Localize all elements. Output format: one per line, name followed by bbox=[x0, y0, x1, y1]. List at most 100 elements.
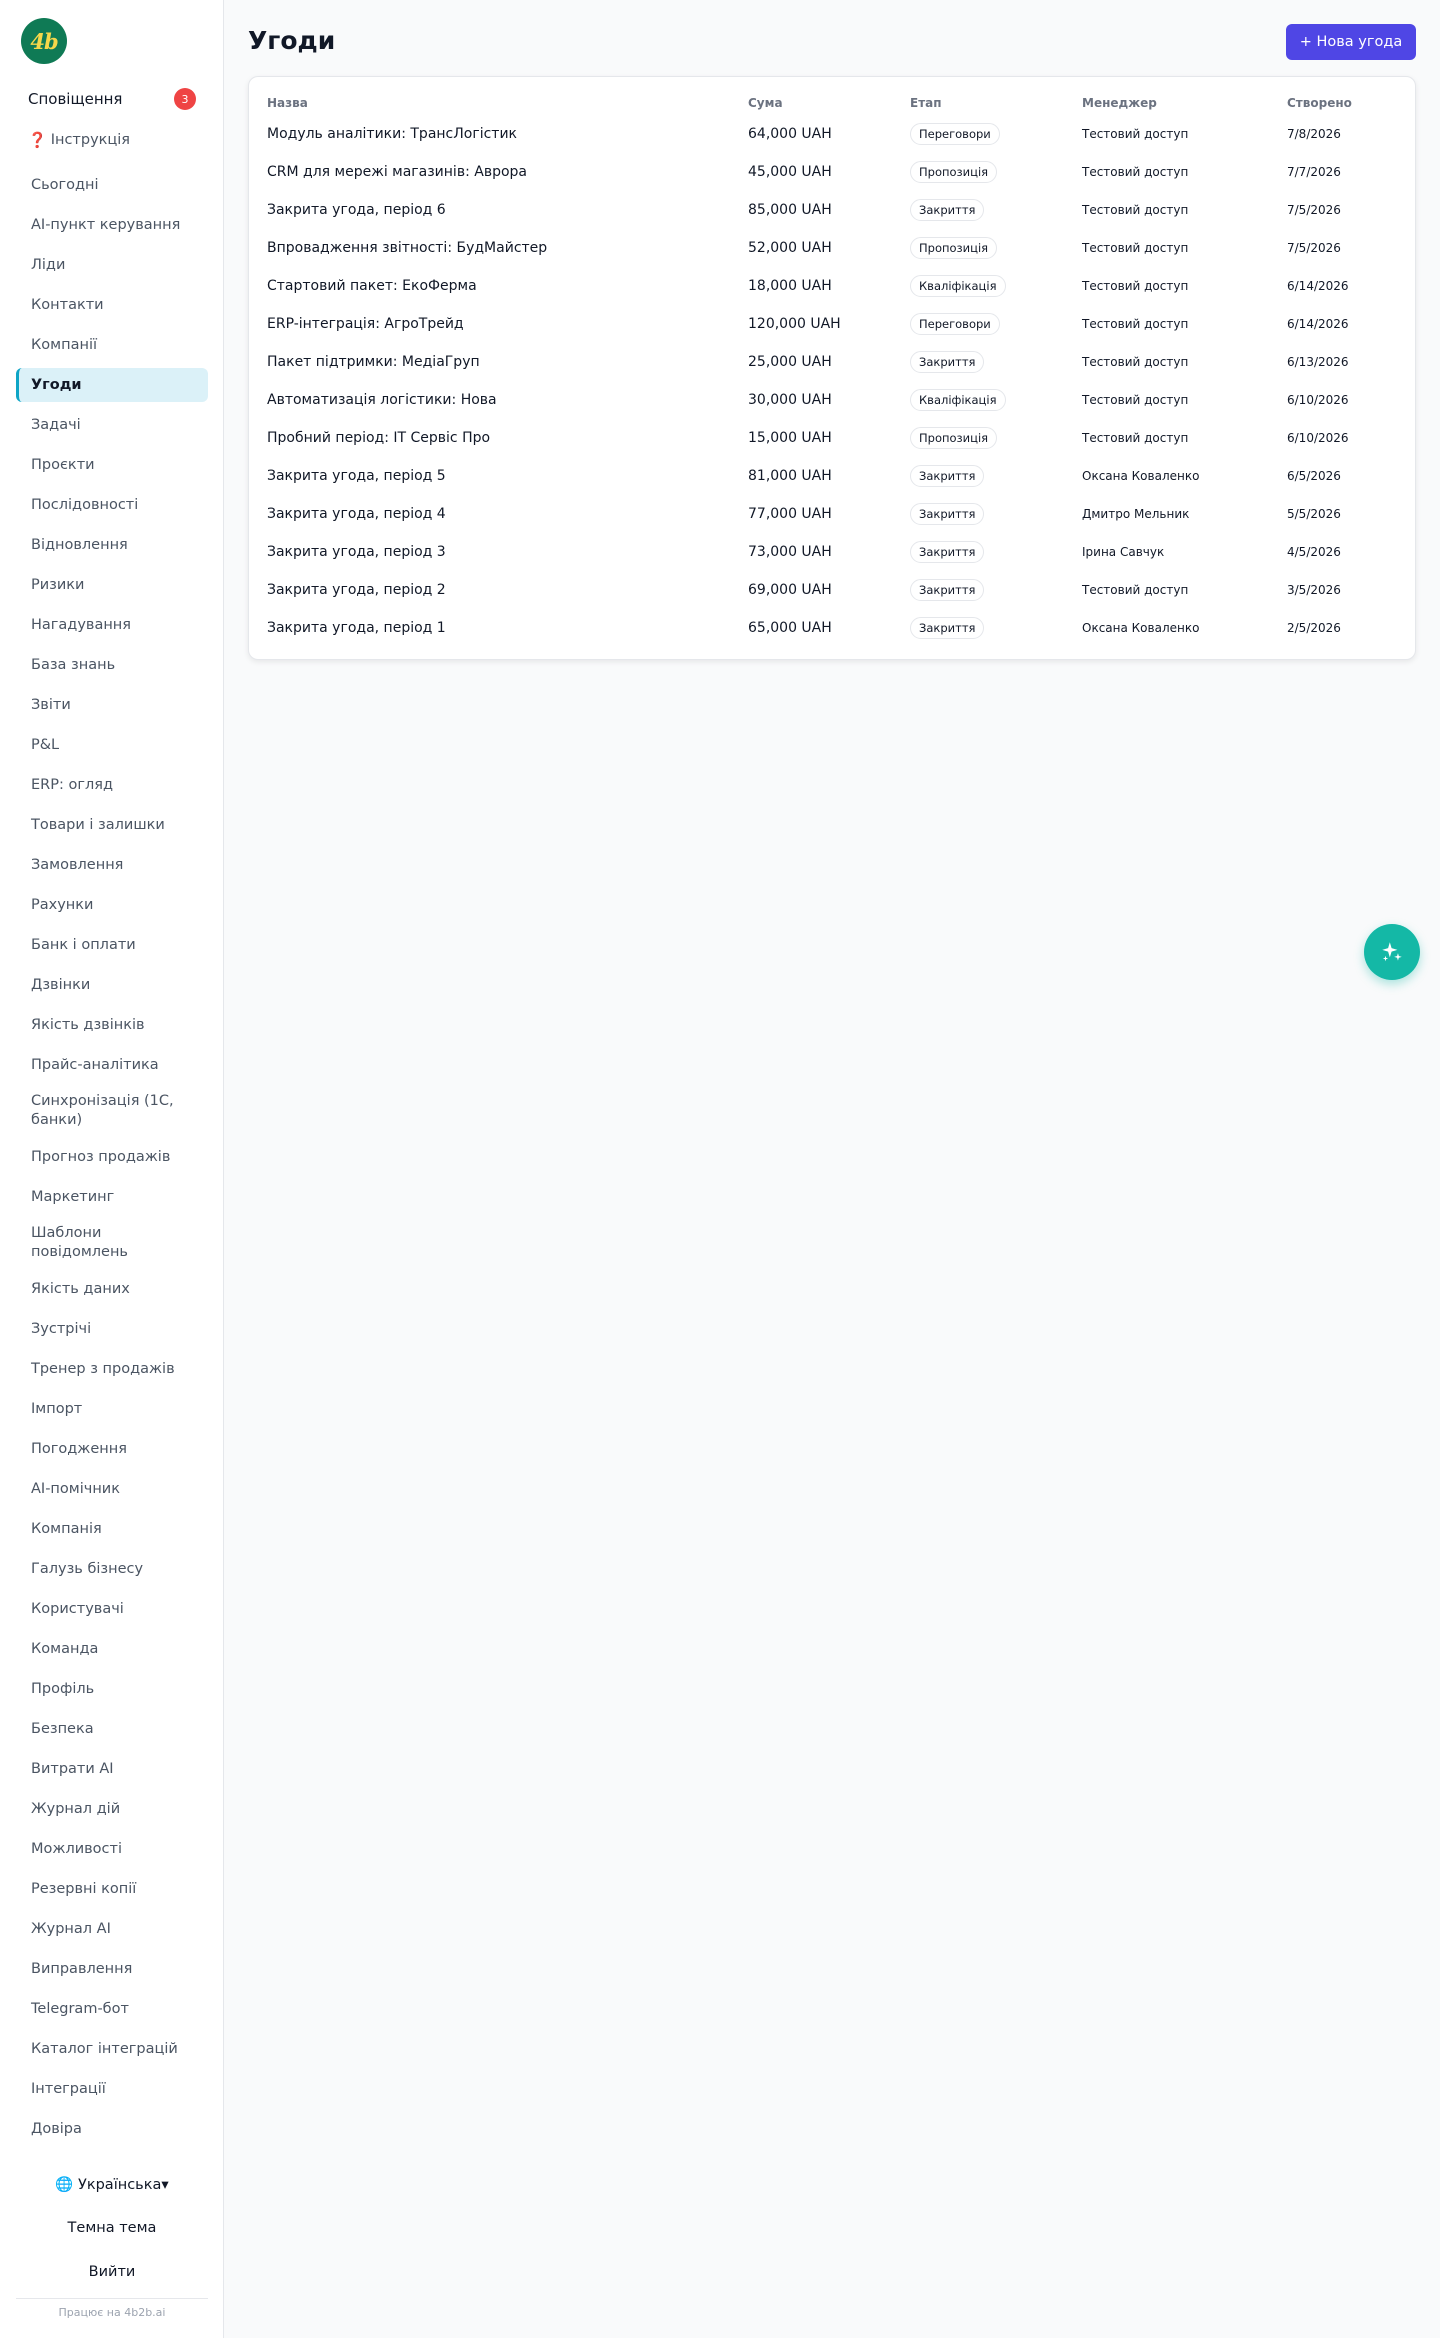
sidebar-item-16[interactable]: Товари і залишки bbox=[16, 808, 208, 842]
stage-badge[interactable]: Кваліфікація bbox=[910, 389, 1006, 411]
table-row[interactable]: Впровадження звітності: БудМайстер 52,000… bbox=[267, 229, 1397, 267]
table-row[interactable]: Пробний період: IT Сервіс Про 15,000 UAH П… bbox=[267, 419, 1397, 457]
sidebar-item-32[interactable]: AI-помічник bbox=[16, 1472, 208, 1506]
sidebar-item-20[interactable]: Дзвінки bbox=[16, 968, 208, 1002]
table-row[interactable]: ERP-інтеграція: АгроТрейд 120,000 UAH Пере… bbox=[267, 305, 1397, 343]
deal-manager-cell: Тестовий доступ bbox=[1082, 393, 1189, 407]
new-deal-button[interactable]: + Нова угода bbox=[1286, 24, 1416, 60]
table-row[interactable]: Закрита угода, період 1 65,000 UAH Закритт… bbox=[267, 609, 1397, 647]
header-manager[interactable]: Менеджер bbox=[1082, 91, 1287, 115]
dark-theme-toggle[interactable]: Темна тема bbox=[0, 2216, 224, 2240]
sidebar-item-29[interactable]: Тренер з продажів bbox=[16, 1352, 208, 1386]
sidebar-item-44[interactable]: Виправлення bbox=[16, 1952, 208, 1986]
sidebar-item-47[interactable]: Інтеграції bbox=[16, 2072, 208, 2106]
sidebar-item-17[interactable]: Замовлення bbox=[16, 848, 208, 882]
sidebar-item-0[interactable]: Сьогодні bbox=[16, 168, 208, 202]
sidebar-item-label: Зустрічі bbox=[31, 1320, 92, 1337]
sidebar-item-4[interactable]: Компанії bbox=[16, 328, 208, 362]
sidebar-item-42[interactable]: Резервні копії bbox=[16, 1872, 208, 1906]
sidebar-item-label: Послідовності bbox=[31, 496, 139, 513]
sidebar-item-21[interactable]: Якість дзвінків bbox=[16, 1008, 208, 1042]
deal-created-cell: 7/5/2026 bbox=[1287, 241, 1341, 255]
sidebar-item-5[interactable]: Угоди bbox=[16, 368, 208, 402]
sidebar-item-12[interactable]: База знань bbox=[16, 648, 208, 682]
deal-stage-cell: Пропозиція bbox=[910, 153, 1082, 191]
stage-badge[interactable]: Закриття bbox=[910, 465, 985, 487]
ai-assistant-fab[interactable] bbox=[1364, 924, 1420, 980]
stage-badge[interactable]: Переговори bbox=[910, 123, 1000, 145]
sidebar-item-11[interactable]: Нагадування bbox=[16, 608, 208, 642]
table-row[interactable]: Закрита угода, період 5 81,000 UAH Закритт… bbox=[267, 457, 1397, 495]
stage-badge[interactable]: Закриття bbox=[910, 579, 985, 601]
table-row[interactable]: Автоматизація логістики: Нова 30,000 UAH К… bbox=[267, 381, 1397, 419]
sidebar-item-1[interactable]: AI-пункт керування bbox=[16, 208, 208, 242]
sidebar-item-2[interactable]: Ліди bbox=[16, 248, 208, 282]
sidebar-item-26[interactable]: Шаблони повідомлень bbox=[16, 1220, 208, 1266]
stage-badge[interactable]: Закриття bbox=[910, 503, 985, 525]
sidebar-item-43[interactable]: Журнал AI bbox=[16, 1912, 208, 1946]
sidebar-item-3[interactable]: Контакти bbox=[16, 288, 208, 322]
sidebar-item-label: Виправлення bbox=[31, 1960, 133, 1977]
app-logo[interactable]: 4b bbox=[21, 18, 67, 64]
table-row[interactable]: Закрита угода, період 3 73,000 UAH Закритт… bbox=[267, 533, 1397, 571]
table-row[interactable]: Стартовий пакет: ЕкоФерма 18,000 UAH Квалі… bbox=[267, 267, 1397, 305]
sidebar-item-6[interactable]: Задачі bbox=[16, 408, 208, 442]
stage-badge[interactable]: Пропозиція bbox=[910, 161, 998, 183]
table-row[interactable]: CRM для мережі магазинів: Аврора 45,000 U… bbox=[267, 153, 1397, 191]
sidebar-item-24[interactable]: Прогноз продажів bbox=[16, 1140, 208, 1174]
table-header-row: Назва Сума Етап Менеджер Створено bbox=[267, 91, 1397, 115]
sidebar-item-39[interactable]: Витрати AI bbox=[16, 1752, 208, 1786]
sidebar-item-31[interactable]: Погодження bbox=[16, 1432, 208, 1466]
header-created[interactable]: Створено bbox=[1287, 91, 1397, 115]
stage-badge[interactable]: Закриття bbox=[910, 351, 985, 373]
sidebar-item-label: Журнал AI bbox=[31, 1920, 111, 1937]
language-select[interactable]: 🌐 Українська▾ bbox=[0, 2172, 224, 2196]
sidebar-item-18[interactable]: Рахунки bbox=[16, 888, 208, 922]
sidebar-item-9[interactable]: Відновлення bbox=[16, 528, 208, 562]
guide-link[interactable]: ❓ Інструкція bbox=[28, 129, 130, 151]
sidebar-item-27[interactable]: Якість даних bbox=[16, 1272, 208, 1306]
sidebar-item-label: Профіль bbox=[31, 1680, 95, 1697]
sidebar-item-8[interactable]: Послідовності bbox=[16, 488, 208, 522]
sidebar-item-7[interactable]: Проєкти bbox=[16, 448, 208, 482]
stage-badge[interactable]: Переговори bbox=[910, 313, 1000, 335]
sidebar-item-15[interactable]: ERP: огляд bbox=[16, 768, 208, 802]
sidebar-item-45[interactable]: Telegram-бот bbox=[16, 1992, 208, 2026]
table-row[interactable]: Модуль аналітики: ТрансЛогістик 64,000 UA… bbox=[267, 115, 1397, 153]
table-row[interactable]: Закрита угода, період 6 85,000 UAH Закритт… bbox=[267, 191, 1397, 229]
sidebar-item-35[interactable]: Користувачі bbox=[16, 1592, 208, 1626]
sidebar-item-34[interactable]: Галузь бізнесу bbox=[16, 1552, 208, 1586]
stage-badge[interactable]: Закриття bbox=[910, 617, 985, 639]
stage-badge[interactable]: Закриття bbox=[910, 541, 985, 563]
sidebar-item-38[interactable]: Безпека bbox=[16, 1712, 208, 1746]
sidebar-item-10[interactable]: Ризики bbox=[16, 568, 208, 602]
stage-badge[interactable]: Кваліфікація bbox=[910, 275, 1006, 297]
sidebar-item-25[interactable]: Маркетинг bbox=[16, 1180, 208, 1214]
sidebar-item-13[interactable]: Звіти bbox=[16, 688, 208, 722]
sidebar-item-19[interactable]: Банк і оплати bbox=[16, 928, 208, 962]
sidebar-item-37[interactable]: Профіль bbox=[16, 1672, 208, 1706]
sidebar-item-46[interactable]: Каталог інтеграцій bbox=[16, 2032, 208, 2066]
table-row[interactable]: Пакет підтримки: МедіаГруп 25,000 UAH Закр… bbox=[267, 343, 1397, 381]
header-amount[interactable]: Сума bbox=[748, 91, 910, 115]
stage-badge[interactable]: Пропозиція bbox=[910, 427, 998, 449]
header-name[interactable]: Назва bbox=[267, 91, 748, 115]
sidebar-item-41[interactable]: Можливості bbox=[16, 1832, 208, 1866]
table-row[interactable]: Закрита угода, період 2 69,000 UAH Закритт… bbox=[267, 571, 1397, 609]
sidebar-item-30[interactable]: Імпорт bbox=[16, 1392, 208, 1426]
stage-badge[interactable]: Пропозиція bbox=[910, 237, 998, 259]
notifications-link[interactable]: Сповіщення 3 bbox=[28, 86, 196, 112]
sidebar-item-33[interactable]: Компанія bbox=[16, 1512, 208, 1546]
logout-button[interactable]: Вийти bbox=[0, 2260, 224, 2284]
sidebar-item-40[interactable]: Журнал дій bbox=[16, 1792, 208, 1826]
sidebar-item-28[interactable]: Зустрічі bbox=[16, 1312, 208, 1346]
stage-badge[interactable]: Закриття bbox=[910, 199, 985, 221]
sidebar-item-48[interactable]: Довіра bbox=[16, 2112, 208, 2146]
sidebar-item-22[interactable]: Прайс-аналітика bbox=[16, 1048, 208, 1082]
sidebar-item-14[interactable]: P&L bbox=[16, 728, 208, 762]
sidebar-item-36[interactable]: Команда bbox=[16, 1632, 208, 1666]
deal-name-cell: Закрита угода, період 5 bbox=[267, 468, 446, 484]
sidebar-item-23[interactable]: Синхронізація (1С, банки) bbox=[16, 1088, 208, 1134]
table-row[interactable]: Закрита угода, період 4 77,000 UAH Закритт… bbox=[267, 495, 1397, 533]
header-stage[interactable]: Етап bbox=[910, 91, 1082, 115]
